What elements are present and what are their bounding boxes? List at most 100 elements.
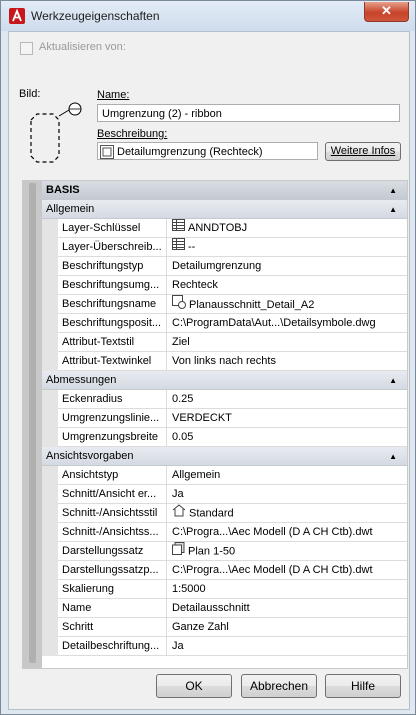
tool-preview-image [30,102,82,163]
property-value[interactable]: 0.05 [168,428,407,446]
property-row[interactable]: Beschriftungsposit... C:\ProgramData\Aut.… [42,314,407,333]
property-row[interactable]: Beschriftungsname Planausschnitt_Detail_A… [42,295,407,314]
property-row[interactable]: Attribut-Textwinkel Von links nach rechts [42,352,407,371]
property-value[interactable]: Detailausschnitt [168,599,407,617]
close-button[interactable]: ✕ [364,2,409,22]
description-label: Beschreibung: [97,128,168,140]
window-title: Werkzeugeigenschaften [31,9,160,23]
property-value-text: 0.25 [172,393,194,405]
property-name: Schnitt-/Ansichtsstil [59,504,167,522]
property-value[interactable]: Von links nach rechts [168,352,407,370]
section-allgemein[interactable]: Allgemein ▲ [42,200,407,219]
row-indent [42,352,58,371]
property-value-text: C:\Progra...\Aec Modell (D A CH Ctb).dwt [172,564,373,576]
property-name: Beschriftungstyp [59,257,167,275]
property-row[interactable]: Attribut-Textstil Ziel [42,333,407,352]
section-label: Ansichtsvorgaben [46,450,134,462]
property-row[interactable]: Darstellungssatzp... C:\Progra...\Aec Mod… [42,561,407,580]
property-name: Ansichtstyp [59,466,167,484]
description-field[interactable]: Detailumgrenzung (Rechteck) [97,142,318,160]
property-value-text: Standard [189,507,234,520]
row-indent [42,580,58,599]
property-row[interactable]: Schnitt-/Ansichtsstil Standard [42,504,407,523]
description-edit-icon[interactable] [100,145,114,160]
property-row[interactable]: Layer-Schlüssel ANNDTOBJ [42,219,407,238]
property-row[interactable]: Beschriftungstyp Detailumgrenzung [42,257,407,276]
property-row[interactable]: Umgrenzungslinie... VERDECKT [42,409,407,428]
row-indent [42,542,58,561]
property-name: Darstellungssatzp... [59,561,167,579]
ok-button[interactable]: OK [156,674,232,698]
property-value[interactable]: 1:5000 [168,580,407,598]
update-checkbox[interactable] [20,42,33,55]
properties-grid[interactable]: BASIS ▲ Allgemein ▲ Layer-Schlüssel ANNDTOB… [22,180,408,669]
section-basis[interactable]: BASIS ▲ [42,181,407,200]
name-input[interactable]: Umgrenzung (2) - ribbon [97,104,400,122]
collapse-triangle-icon[interactable]: ▲ [389,181,397,200]
section-abmessungen[interactable]: Abmessungen ▲ [42,371,407,390]
title-bar[interactable]: Werkzeugeigenschaften ✕ [1,1,415,31]
property-value[interactable]: 0.25 [168,390,407,408]
property-value[interactable]: Allgemein [168,466,407,484]
property-row[interactable]: Name Detailausschnitt [42,599,407,618]
property-value[interactable]: Ja [168,637,407,655]
property-name: Beschriftungsname [59,295,167,313]
row-indent [42,238,58,257]
collapse-triangle-icon[interactable]: ▲ [389,447,397,466]
row-indent [42,295,58,314]
autocad-app-icon [9,8,25,24]
property-value-text: Ja [172,640,184,652]
property-value-text: Planausschnitt_Detail_A2 [189,298,315,311]
property-row[interactable]: Darstellungssatz Plan 1-50 [42,542,407,561]
row-indent [42,333,58,352]
property-value[interactable]: -- [168,238,407,256]
property-value[interactable]: Ziel [168,333,407,351]
property-value[interactable]: C:\ProgramData\Aut...\Detailsymbole.dwg [168,314,407,332]
property-row[interactable]: Schritt Ganze Zahl [42,618,407,637]
property-value[interactable]: Standard [168,504,407,522]
property-value-text: Von links nach rechts [172,355,276,367]
row-indent [42,276,58,295]
property-row[interactable]: Schnitt-/Ansichtss... C:\Progra...\Aec Mo… [42,523,407,542]
name-label: Name: [97,89,130,101]
property-value[interactable]: Planausschnitt_Detail_A2 [168,295,407,313]
property-row[interactable]: Skalierung 1:5000 [42,580,407,599]
vertical-scrollbar[interactable] [29,183,36,663]
more-info-button[interactable]: Weitere Infos [325,142,401,161]
property-name: Name [59,599,167,617]
property-value[interactable]: Rechteck [168,276,407,294]
layer-table-icon [172,219,185,237]
property-value[interactable]: C:\Progra...\Aec Modell (D A CH Ctb).dwt [168,561,407,579]
property-row[interactable]: Layer-Überschreib... -- [42,238,407,257]
update-checkbox-label: Aktualisieren von: [39,41,126,53]
row-indent [42,428,58,447]
image-label: Bild: [19,88,41,100]
property-value-text: VERDECKT [172,412,232,424]
property-value-text: C:\ProgramData\Aut...\Detailsymbole.dwg [172,317,376,329]
help-button[interactable]: Hilfe [325,674,401,698]
cancel-button[interactable]: Abbrechen [241,674,317,698]
property-name: Beschriftungsposit... [59,314,167,332]
property-value[interactable]: Ja [168,485,407,503]
property-value[interactable]: VERDECKT [168,409,407,427]
property-row[interactable]: Umgrenzungsbreite 0.05 [42,428,407,447]
property-row[interactable]: Detailbeschriftung... Ja [42,637,407,656]
collapse-triangle-icon[interactable]: ▲ [389,371,397,390]
property-row[interactable]: Beschriftungsumg... Rechteck [42,276,407,295]
section-label: Allgemein [46,203,95,215]
property-value[interactable]: Plan 1-50 [168,542,407,560]
row-indent [42,257,58,276]
collapse-triangle-icon[interactable]: ▲ [389,200,397,219]
section-ansichtsvorgaben[interactable]: Ansichtsvorgaben ▲ [42,447,407,466]
property-row[interactable]: Schnitt/Ansicht er... Ja [42,485,407,504]
section-label: Abmessungen [46,374,117,386]
property-value[interactable]: Detailumgrenzung [168,257,407,275]
property-value[interactable]: ANNDTOBJ [168,219,407,237]
property-row[interactable]: Ansichtstyp Allgemein [42,466,407,485]
property-value-text: Rechteck [172,279,218,291]
row-indent [42,561,58,580]
property-value[interactable]: C:\Progra...\Aec Modell (D A CH Ctb).dwt [168,523,407,541]
property-name: Layer-Überschreib... [59,238,167,256]
property-value[interactable]: Ganze Zahl [168,618,407,636]
property-row[interactable]: Eckenradius 0.25 [42,390,407,409]
